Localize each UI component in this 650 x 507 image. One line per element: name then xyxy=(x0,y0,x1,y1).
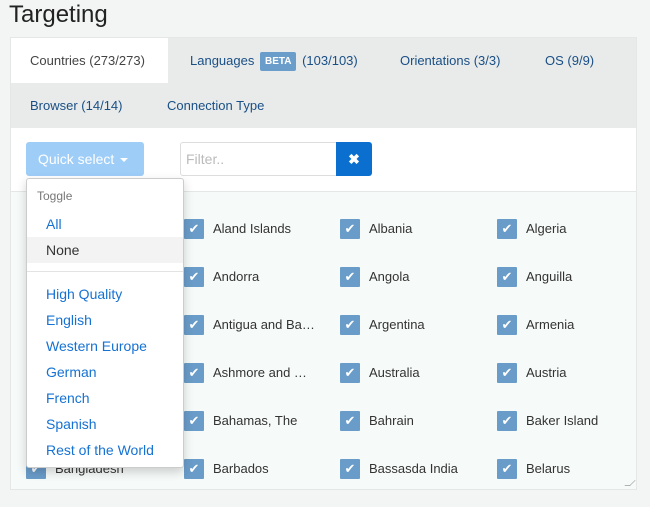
menu-divider xyxy=(27,271,183,272)
close-icon: ✖ xyxy=(348,151,360,167)
checkbox-checked-icon[interactable]: ✔ xyxy=(340,411,360,431)
quick-select-label: Quick select xyxy=(38,151,115,167)
menu-item-preset[interactable]: Spanish xyxy=(27,411,183,437)
tab-languages[interactable]: Languages BETA (103/103) xyxy=(171,38,377,83)
filter-input[interactable] xyxy=(180,142,337,176)
tab-orientations[interactable]: Orientations (3/3) xyxy=(381,38,519,83)
country-label: Bassasda India xyxy=(369,461,458,476)
country-label: Antigua and Ba… xyxy=(213,317,315,332)
country-label: Aland Islands xyxy=(213,221,292,236)
menu-item-preset[interactable]: English xyxy=(27,307,183,333)
country-label: Armenia xyxy=(526,317,575,332)
quick-select-button[interactable]: Quick select xyxy=(26,142,144,176)
menu-item-preset[interactable]: German xyxy=(27,359,183,385)
checkbox-checked-icon[interactable]: ✔ xyxy=(340,267,360,287)
checkbox-checked-icon[interactable]: ✔ xyxy=(497,459,517,479)
checkbox-checked-icon[interactable]: ✔ xyxy=(497,219,517,239)
checkbox-checked-icon[interactable]: ✔ xyxy=(340,459,360,479)
country-label: Algeria xyxy=(526,221,567,236)
page-title: Targeting xyxy=(9,1,108,28)
menu-item-none[interactable]: None xyxy=(27,237,183,263)
checkbox-checked-icon[interactable]: ✔ xyxy=(184,459,204,479)
checkbox-checked-icon[interactable]: ✔ xyxy=(340,315,360,335)
caret-down-icon xyxy=(120,158,129,162)
country-label: Anguilla xyxy=(526,269,573,284)
menu-item-all[interactable]: All xyxy=(27,211,183,237)
country-label: Bahrain xyxy=(369,413,414,428)
tab-bar: Countries (273/273) Languages BETA (103/… xyxy=(11,38,636,128)
checkbox-checked-icon[interactable]: ✔ xyxy=(184,411,204,431)
quick-select-menu: Toggle All None High Quality English Weste… xyxy=(26,178,184,468)
tab-count: (103/103) xyxy=(302,53,358,68)
checkbox-checked-icon[interactable]: ✔ xyxy=(497,267,517,287)
beta-badge: BETA xyxy=(259,52,297,71)
checkbox-checked-icon[interactable]: ✔ xyxy=(184,315,204,335)
tab-os[interactable]: OS (9/9) xyxy=(526,38,613,83)
resize-handle[interactable] xyxy=(624,480,636,486)
tab-countries[interactable]: Countries (273/273) xyxy=(11,38,168,83)
tab-browser[interactable]: Browser (14/14) xyxy=(11,83,141,128)
checkbox-checked-icon[interactable]: ✔ xyxy=(340,363,360,383)
country-label: Andorra xyxy=(213,269,260,284)
country-label: Australia xyxy=(369,365,420,380)
country-label: Barbados xyxy=(213,461,269,476)
checkbox-checked-icon[interactable]: ✔ xyxy=(497,363,517,383)
country-label: Argentina xyxy=(369,317,425,332)
menu-item-preset[interactable]: Rest of the World xyxy=(27,437,183,463)
checkbox-checked-icon[interactable]: ✔ xyxy=(340,219,360,239)
country-label: Ashmore and … xyxy=(213,365,307,380)
country-label: Albania xyxy=(369,221,413,236)
country-label: Angola xyxy=(369,269,410,284)
checkbox-checked-icon[interactable]: ✔ xyxy=(497,315,517,335)
country-label: Bahamas, The xyxy=(213,413,298,428)
country-label: Belarus xyxy=(526,461,571,476)
checkbox-checked-icon[interactable]: ✔ xyxy=(184,363,204,383)
clear-filter-button[interactable]: ✖ xyxy=(336,142,372,176)
menu-header: Toggle xyxy=(37,189,73,203)
tab-label: Languages xyxy=(190,53,255,68)
menu-item-preset[interactable]: High Quality xyxy=(27,281,183,307)
country-label: Baker Island xyxy=(526,413,599,428)
menu-item-preset[interactable]: Western Europe xyxy=(27,333,183,359)
checkbox-checked-icon[interactable]: ✔ xyxy=(184,267,204,287)
tab-connection-type[interactable]: Connection Type xyxy=(148,83,283,128)
checkbox-checked-icon[interactable]: ✔ xyxy=(497,411,517,431)
menu-item-preset[interactable]: French xyxy=(27,385,183,411)
checkbox-checked-icon[interactable]: ✔ xyxy=(184,219,204,239)
country-label: Austria xyxy=(526,365,567,380)
